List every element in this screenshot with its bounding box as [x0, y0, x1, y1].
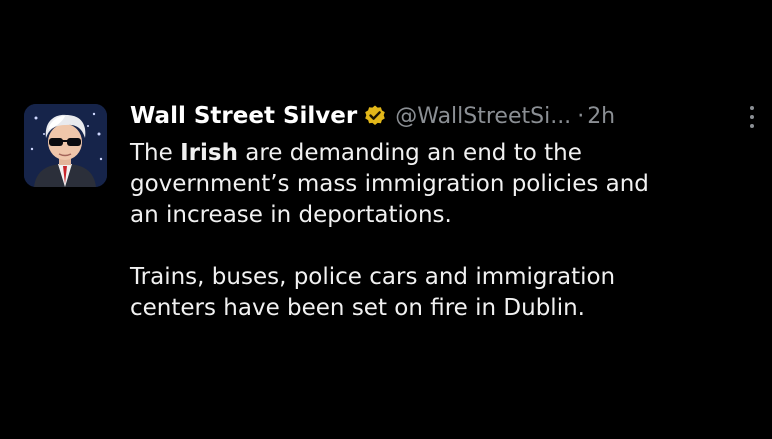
tweet-header: Wall Street Silver @WallStreetSi... · 2h: [130, 96, 764, 136]
tweet-text-line: government’s mass immigration policies a…: [130, 171, 649, 197]
author-display-name[interactable]: Wall Street Silver: [130, 103, 357, 129]
tweet-text: The Irish are demanding an end to the go…: [130, 138, 764, 324]
tweet-timestamp[interactable]: 2h: [587, 104, 615, 129]
tweet-text-line: an increase in deportations.: [130, 202, 452, 228]
avatar-image: [24, 104, 107, 187]
more-options-icon[interactable]: [742, 104, 762, 130]
timestamp-separator: ·: [577, 103, 585, 129]
tweet-text-line: The Irish are demanding an end to the: [130, 138, 764, 169]
tweet-text-segment: are demanding an end to the: [237, 140, 582, 166]
tweet-text-line: Trains, buses, police cars and immigrati…: [130, 264, 616, 290]
tweet-card[interactable]: Wall Street Silver @WallStreetSi... · 2h…: [24, 96, 764, 396]
tweet-text-line: centers have been set on fire in Dublin.: [130, 295, 585, 321]
verified-badge-icon[interactable]: [363, 104, 387, 128]
tweet-text-segment: The: [130, 140, 181, 166]
tweet-text-bold-segment: Irish: [180, 140, 238, 166]
tweet-content: Wall Street Silver @WallStreetSi... · 2h…: [130, 96, 764, 324]
author-handle[interactable]: @WallStreetSi...: [395, 104, 571, 129]
author-avatar[interactable]: [24, 104, 107, 187]
